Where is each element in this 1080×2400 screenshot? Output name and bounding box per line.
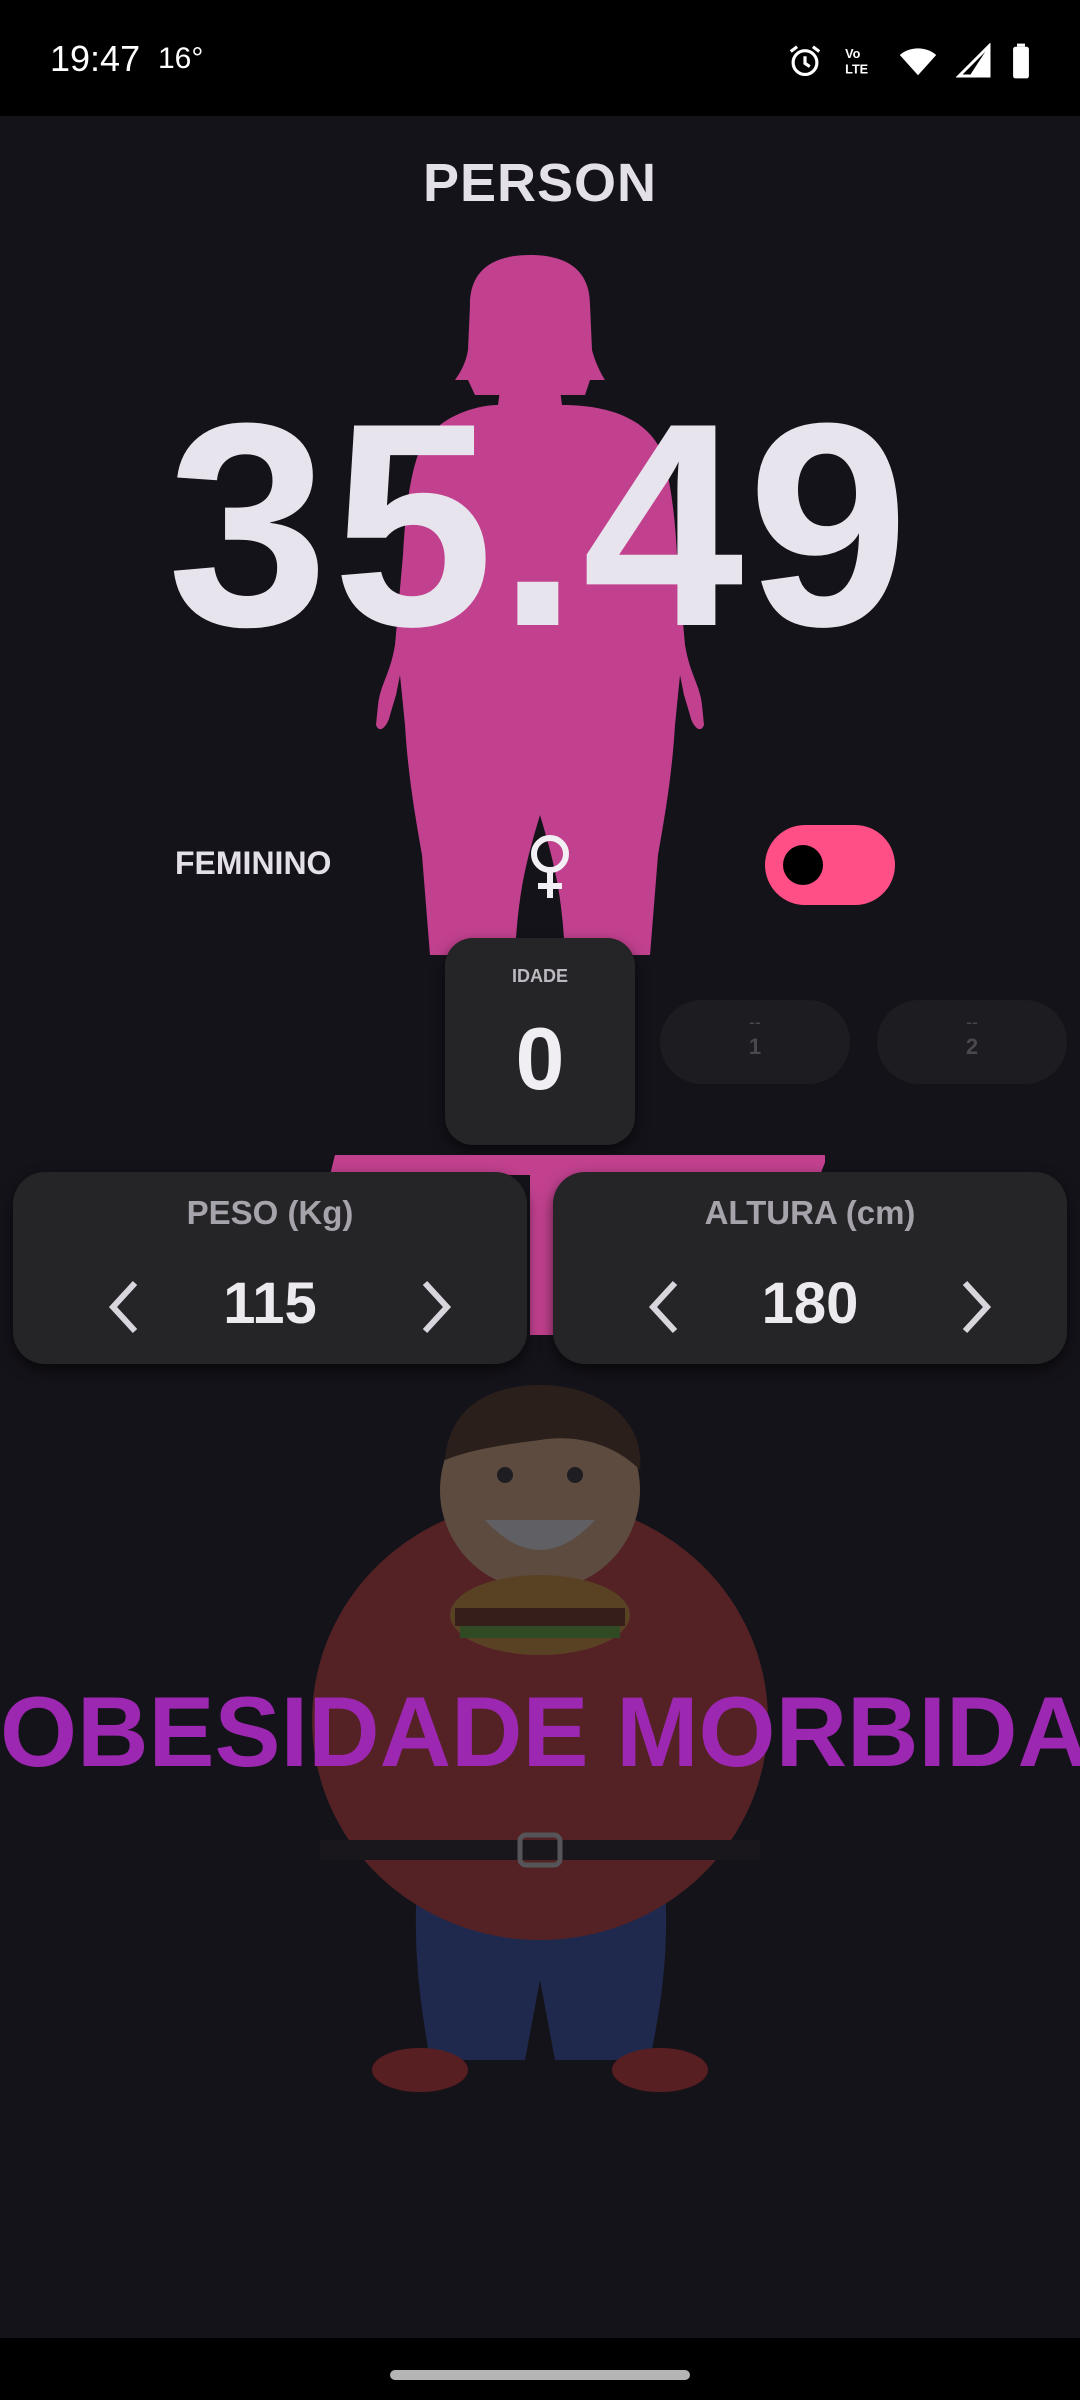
age-label: IDADE bbox=[511, 966, 568, 986]
age-selector-current[interactable]: IDADE 0 bbox=[445, 938, 635, 1145]
weight-card: PESO (Kg) 115 bbox=[13, 1172, 527, 1364]
status-temperature: 16° bbox=[158, 42, 204, 75]
height-increase-button[interactable] bbox=[947, 1272, 1007, 1342]
height-label: ALTURA (cm) bbox=[704, 1194, 916, 1231]
battery-icon bbox=[1013, 43, 1029, 79]
weight-increase-button[interactable] bbox=[407, 1272, 467, 1342]
chevron-right-icon bbox=[422, 1280, 452, 1334]
weight-label: PESO (Kg) bbox=[186, 1194, 354, 1231]
gender-toggle[interactable] bbox=[765, 825, 895, 905]
svg-text:Vo: Vo bbox=[845, 47, 861, 61]
status-time: 19:47 bbox=[50, 38, 141, 79]
gender-toggle-knob bbox=[783, 845, 823, 885]
female-symbol-icon bbox=[531, 835, 569, 898]
home-gesture-handle[interactable] bbox=[390, 2370, 690, 2380]
age-option-dash: -- bbox=[749, 1012, 761, 1032]
volte-icon: Vo LTE bbox=[845, 47, 868, 77]
gender-label: FEMININO bbox=[175, 845, 332, 881]
navigation-bar bbox=[0, 2338, 1080, 2400]
age-option-1[interactable]: -- 1 bbox=[660, 1000, 850, 1084]
wifi-icon bbox=[899, 48, 937, 76]
age-value: 0 bbox=[515, 1009, 565, 1108]
signal-icon bbox=[956, 43, 991, 78]
status-icons: Vo LTE bbox=[786, 42, 1032, 80]
age-option-value: 2 bbox=[965, 1034, 979, 1059]
svg-text:LTE: LTE bbox=[845, 63, 868, 77]
bmi-category-label: OBESIDADE MORBIDA bbox=[0, 1676, 1080, 1787]
app-title: PERSON bbox=[422, 153, 658, 213]
age-option-dash: -- bbox=[966, 1012, 978, 1032]
chevron-right-icon bbox=[962, 1280, 992, 1334]
age-option-value: 1 bbox=[748, 1034, 762, 1059]
status-bar: 19:47 16° Vo LTE bbox=[0, 0, 1080, 116]
bmi-value: 35.49 bbox=[167, 363, 913, 687]
height-card: ALTURA (cm) 180 bbox=[553, 1172, 1067, 1364]
age-option-2[interactable]: -- 2 bbox=[877, 1000, 1067, 1084]
alarm-icon bbox=[789, 45, 821, 77]
app-screen: 19:47 16° Vo LTE PERSON 35.49 FEMININO I… bbox=[0, 0, 1080, 2400]
